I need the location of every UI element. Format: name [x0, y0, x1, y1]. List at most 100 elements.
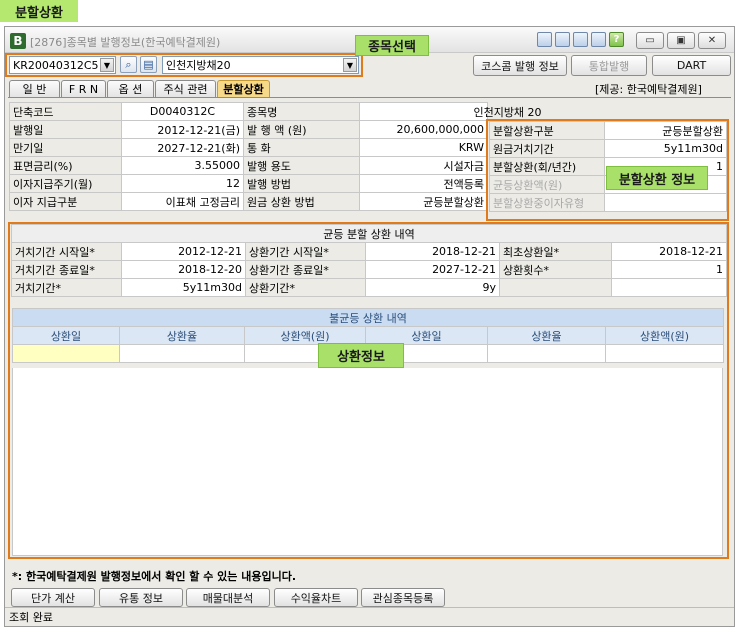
minimize-button[interactable]: ▭: [636, 32, 664, 49]
window-link-icon[interactable]: [573, 32, 588, 47]
equal-value: 2018-12-21: [365, 242, 500, 261]
unequal-repayment-body[interactable]: [12, 368, 723, 556]
column-header: 상환율: [487, 326, 606, 345]
price-calc-button[interactable]: 단가 계산: [11, 588, 95, 607]
equal-label: 상환기간 종료일*: [245, 260, 366, 279]
stock-list-icon[interactable]: ▤: [140, 56, 157, 73]
equal-label: 상환횟수*: [499, 260, 612, 279]
info-label: 원금 상환 방법: [243, 192, 360, 211]
info-label: 만기일: [9, 138, 122, 157]
info-label: 종목명: [243, 102, 360, 121]
info-label: 이자지급주기(월): [9, 174, 122, 193]
table-row: 거치기간* 5y11m30d 상환기간* 9y: [11, 278, 728, 297]
info-label: 이자 지급구분: [9, 192, 122, 211]
equal-label: 상환기간 시작일*: [245, 242, 366, 261]
table-row: 표면금리(%) 3.55000 발행 용도 시설자금: [9, 156, 488, 175]
window-layout-icon[interactable]: [537, 32, 552, 47]
print-icon[interactable]: [591, 32, 606, 47]
add-watchlist-button[interactable]: 관심종목등록: [361, 588, 445, 607]
equal-value: 2012-12-21: [121, 242, 246, 261]
integrated-issue-button[interactable]: 통합발행: [571, 55, 647, 76]
info-value: 3.55000: [121, 156, 244, 175]
info-value: 20,600,000,000: [359, 120, 488, 139]
column-header: 상환액(원): [605, 326, 724, 345]
table-row: 이자 지급구분 이표채 고정금리 원금 상환 방법 균등분할상환: [9, 192, 488, 211]
kosscom-issue-button[interactable]: 코스콤 발행 정보: [473, 55, 567, 76]
distribution-info-button[interactable]: 유통 정보: [99, 588, 183, 607]
table-cell[interactable]: [119, 344, 245, 363]
info-label: 표면금리(%): [9, 156, 122, 175]
info-label: 발 행 액 (원): [243, 120, 360, 139]
tab-option[interactable]: 옵 션: [107, 80, 154, 97]
stock-code-value: KR20040312C5: [13, 58, 99, 72]
equal-label: [499, 278, 612, 297]
info-value: 2027-12-21(화): [121, 138, 244, 157]
provider-note: [제공: 한국예탁결제원]: [595, 83, 702, 96]
basic-info-table: 단축코드 D0040312C 종목명 인천지방채 20 발행일 2012-12-…: [9, 102, 542, 211]
table-row: 상환일 상환율 상환액(원) 상환일 상환율 상환액(원): [12, 326, 724, 345]
repayment-info-annotation: 상환정보: [318, 343, 404, 368]
tab-general[interactable]: 일 반: [9, 80, 60, 97]
status-bar: 조회 완료: [5, 607, 734, 626]
help-icon[interactable]: ?: [609, 32, 624, 47]
close-button[interactable]: ✕: [698, 32, 726, 49]
table-row: 발행일 2012-12-21(금) 발 행 액 (원) 20,600,000,0…: [9, 120, 488, 139]
page-heading: 분할상환: [0, 0, 78, 22]
stock-name-value: 인천지방채20: [166, 59, 231, 72]
equal-value: 1: [610, 260, 728, 279]
equal-value: 2018-12-20: [121, 260, 246, 279]
equal-label: 거치기간 종료일*: [11, 260, 122, 279]
info-label: 단축코드: [9, 102, 122, 121]
info-value: 전액등록: [359, 174, 488, 193]
table-row: 균등 분할 상환 내역: [10, 224, 728, 243]
table-row: 단축코드 D0040312C 종목명 인천지방채 20: [9, 102, 542, 121]
table-cell[interactable]: [605, 344, 724, 363]
table-row: 불균등 상환 내역: [12, 308, 724, 327]
equal-value: [610, 278, 728, 297]
equal-value: 5y11m30d: [121, 278, 246, 297]
stock-select-annotation: 종목선택: [355, 35, 429, 56]
tab-stock-related[interactable]: 주식 관련: [155, 80, 216, 97]
column-header: 상환일: [365, 326, 488, 345]
split-info-annotation: 분할상환 정보: [606, 166, 708, 190]
info-value: 2012-12-21(금): [121, 120, 244, 139]
column-header: 상환액(원): [244, 326, 366, 345]
equal-value: 2027-12-21: [365, 260, 500, 279]
equal-value: 9y: [365, 278, 500, 297]
status-text: 조회 완료: [9, 611, 53, 624]
tab-installment[interactable]: 분할상환: [217, 80, 270, 97]
stock-code-combo[interactable]: KR20040312C5 ▼: [9, 56, 116, 74]
column-header: 상환율: [119, 326, 245, 345]
table-row: 이자지급주기(월) 12 발행 방법 전액등록: [9, 174, 488, 193]
info-label: 발행 방법: [243, 174, 360, 193]
unequal-repayment-title: 불균등 상환 내역: [12, 308, 724, 327]
chevron-down-icon[interactable]: ▼: [100, 58, 114, 72]
column-header: 상환일: [12, 326, 120, 345]
footnote: *: 한국예탁결제원 발행정보에서 확인 할 수 있는 내용입니다.: [12, 570, 297, 583]
search-icon[interactable]: ⌕: [120, 56, 137, 73]
yield-chart-button[interactable]: 수익율차트: [274, 588, 358, 607]
app-logo-icon: B: [10, 33, 26, 49]
info-value: 시설자금: [359, 156, 488, 175]
table-cell[interactable]: [12, 344, 120, 363]
tab-divider: [8, 97, 731, 98]
window-copy-icon[interactable]: [555, 32, 570, 47]
volume-profile-button[interactable]: 매물대분석: [186, 588, 270, 607]
equal-repayment-title: 균등 분할 상환 내역: [10, 224, 728, 243]
info-label: 통 화: [243, 138, 360, 157]
maximize-button[interactable]: ▣: [667, 32, 695, 49]
info-value: KRW: [359, 138, 488, 157]
table-cell[interactable]: [487, 344, 606, 363]
stock-name-combo[interactable]: 인천지방채20 ▼: [162, 56, 359, 74]
stock-name-display: 인천지방채 20: [473, 105, 542, 119]
equal-value: 2018-12-21: [610, 242, 728, 261]
table-row: 만기일 2027-12-21(화) 통 화 KRW: [9, 138, 488, 157]
equal-label: 상환기간*: [245, 278, 366, 297]
info-value: 12: [121, 174, 244, 193]
chevron-down-icon[interactable]: ▼: [343, 58, 357, 72]
tab-frn[interactable]: F R N: [61, 80, 106, 97]
dart-button[interactable]: DART: [652, 55, 731, 76]
equal-repayment-table: 균등 분할 상환 내역 거치기간 시작일* 2012-12-21 상환기간 시작…: [10, 224, 728, 297]
table-row: 거치기간 시작일* 2012-12-21 상환기간 시작일* 2018-12-2…: [11, 242, 728, 261]
info-value: D0040312C: [121, 102, 244, 121]
